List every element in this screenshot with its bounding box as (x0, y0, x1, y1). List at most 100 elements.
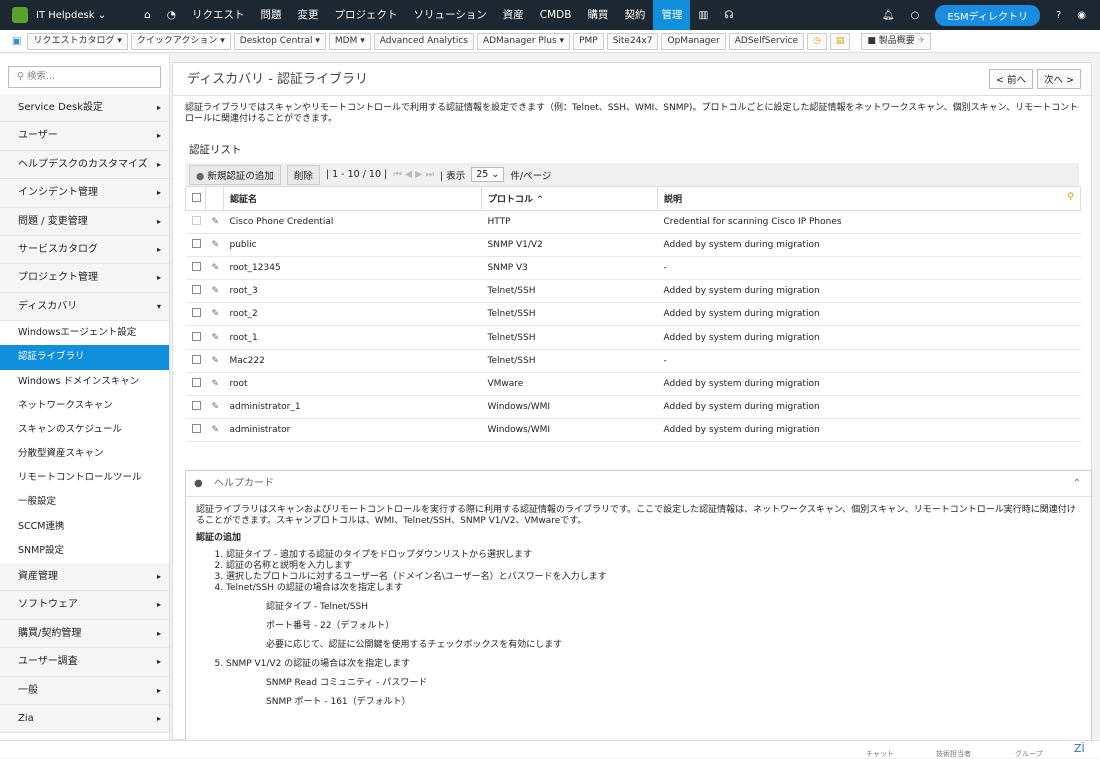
sidebar-search-input[interactable]: ⚲ 検索... (8, 66, 161, 88)
sidebar-item[interactable]: ユーザー ▸ (0, 122, 169, 151)
adselfservice-link[interactable]: ADSelfService (728, 32, 805, 50)
request-catalog-dropdown[interactable]: リクエストカタログ ▾ (27, 32, 128, 50)
table-row[interactable]: ✎ Cisco Phone Credential HTTP Credential fo… (185, 210, 1081, 235)
sidebar-item[interactable]: 資産管理 ▸ (0, 563, 169, 592)
edit-icon[interactable]: ✎ (212, 379, 220, 389)
edit-icon[interactable]: ✎ (212, 333, 220, 343)
sidebar-item[interactable]: Windows ドメインスキャン (0, 369, 169, 394)
per-page-select[interactable]: 25 ⌄ (471, 167, 505, 182)
edit-icon[interactable]: ✎ (212, 217, 220, 227)
sidebar-item[interactable]: SCCM連携 (0, 514, 169, 539)
sidebar-item[interactable]: 一般 ▸ (0, 676, 169, 705)
desktop-central-dropdown[interactable]: Desktop Central ▾ (233, 32, 326, 50)
credential-name[interactable]: root_3 (223, 279, 482, 304)
row-checkbox[interactable] (191, 216, 201, 226)
table-row[interactable]: ✎ public SNMP V1/V2 Added by system during … (185, 233, 1081, 258)
sidebar-item[interactable]: プロジェクト管理 ▸ (0, 264, 169, 293)
reports-icon[interactable]: ▥ (690, 0, 716, 30)
advanced-analytics-link[interactable]: Advanced Analytics (373, 32, 474, 50)
sidebar-item[interactable]: 一般設定 (0, 490, 169, 515)
esm-directory-button[interactable]: ESMディレクトリ (935, 4, 1040, 26)
row-checkbox[interactable] (191, 331, 201, 341)
nav-purchase[interactable]: 購買 (579, 0, 616, 30)
credential-name[interactable]: root_2 (223, 302, 482, 327)
next-button[interactable]: 次へ > (1037, 69, 1081, 89)
sidebar-item[interactable]: 問題 / 変更管理 ▸ (0, 207, 169, 236)
edit-icon[interactable]: ✎ (212, 402, 220, 412)
table-row[interactable]: ✎ administrator Windows/WMI Added by system… (185, 418, 1081, 442)
nav-admin[interactable]: 管理 (653, 0, 691, 30)
sidebar-item[interactable]: インシデント管理 ▸ (0, 179, 169, 208)
add-credential-button[interactable]: ● 新規認証の追加 (189, 164, 281, 185)
table-row[interactable]: ✎ root_3 Telnet/SSH Added by system during … (185, 279, 1081, 304)
sidebar-item[interactable]: ソフトウェア ▸ (0, 591, 169, 620)
prev-button[interactable]: < 前へ (989, 69, 1034, 89)
mdm-dropdown[interactable]: MDM ▾ (328, 32, 371, 50)
delete-button[interactable]: 削除 (286, 164, 320, 185)
select-all-checkbox[interactable] (192, 192, 201, 202)
table-row[interactable]: ✎ root_2 Telnet/SSH Added by system during … (185, 302, 1081, 327)
credential-name[interactable]: administrator (223, 418, 482, 442)
sidebar-item[interactable]: Windowsエージェント設定 (0, 321, 169, 346)
sidebar-item[interactable]: 認証ライブラリ (0, 345, 169, 370)
sidebar-item[interactable]: リモートコントロールツール (0, 466, 169, 491)
site24x7-link[interactable]: Site24x7 (606, 32, 659, 50)
new-request-icon[interactable]: ▣ (12, 36, 21, 47)
sidebar-item[interactable]: スキャンのスケジュール (0, 417, 169, 443)
table-row[interactable]: ✎ root_1 Telnet/SSH Added by system during … (185, 325, 1081, 350)
table-row[interactable]: ✎ root_12345 SNMP V3- (185, 256, 1081, 281)
sidebar-item[interactable]: Zia ▸ (0, 704, 169, 734)
nav-changes[interactable]: 変更 (289, 0, 326, 30)
table-row[interactable]: ✎ Mac222 Telnet/SSH - (185, 349, 1081, 373)
nav-problems[interactable]: 問題 (252, 0, 289, 30)
nav-cmdb[interactable]: CMDB (532, 0, 580, 30)
credential-name[interactable]: Cisco Phone Credential (223, 210, 482, 235)
help-icon[interactable]: ? (1056, 10, 1061, 21)
edit-icon[interactable]: ✎ (212, 356, 220, 366)
sidebar-item[interactable]: サービスカタログ ▸ (0, 235, 169, 265)
row-checkbox[interactable] (191, 262, 201, 272)
collapse-icon[interactable]: ⌃ (1073, 471, 1081, 497)
nav-projects[interactable]: プロジェクト (326, 0, 405, 30)
row-checkbox[interactable] (191, 423, 201, 433)
credential-name[interactable]: root (223, 372, 482, 396)
column-protocol[interactable]: プロトコル ⌃ (481, 186, 658, 211)
user-avatar-icon[interactable]: ◉ (1077, 10, 1086, 21)
headset-icon[interactable]: ☊ (716, 0, 741, 30)
pmp-link[interactable]: PMP (573, 32, 604, 50)
row-checkbox[interactable] (191, 239, 201, 249)
edit-icon[interactable]: ✎ (212, 240, 220, 250)
bell-icon[interactable]: 🔔︎ (882, 10, 895, 21)
row-checkbox[interactable] (191, 377, 201, 387)
sidebar-item[interactable]: ネットワークスキャン (0, 393, 169, 418)
table-row[interactable]: ✎ root VMware Added by system during migrat… (185, 372, 1081, 396)
admanager-dropdown[interactable]: ADManager Plus ▾ (476, 32, 571, 50)
edit-icon[interactable]: ✎ (212, 309, 220, 319)
reminder-icon[interactable]: ◷ (807, 32, 827, 50)
product-overview-button[interactable]: ■ 製品概要 ✈ (861, 32, 932, 50)
column-name[interactable]: 認証名 (223, 186, 482, 211)
column-search-icon[interactable]: ⚲ (1067, 192, 1074, 202)
nav-contracts[interactable]: 契約 (616, 0, 653, 30)
credential-name[interactable]: public (223, 233, 482, 258)
app-switcher[interactable]: IT Helpdesk ⌄ (36, 10, 106, 21)
credential-name[interactable]: administrator_1 (223, 395, 482, 419)
row-checkbox[interactable] (191, 285, 201, 295)
column-description[interactable]: 説明 ⚲ (657, 186, 1081, 211)
nav-solutions[interactable]: ソリューション (405, 0, 494, 30)
sidebar-item[interactable]: 購買/契約管理 ▸ (0, 619, 169, 649)
sidebar-item[interactable]: 分散型資産スキャン (0, 442, 169, 467)
row-checkbox[interactable] (191, 400, 201, 410)
opmanager-link[interactable]: OpManager (661, 32, 726, 50)
nav-requests[interactable]: リクエスト (184, 0, 253, 30)
search-icon[interactable]: ○ (911, 10, 920, 21)
quick-actions-dropdown[interactable]: クイックアクション ▾ (130, 32, 231, 50)
edit-icon[interactable]: ✎ (212, 286, 220, 296)
sidebar-item[interactable]: ディスカバリ ▾ (0, 292, 169, 322)
sidebar-item[interactable]: ヘルプデスクのカスタマイズ ▸ (0, 150, 169, 180)
notes-icon[interactable]: ▤ (829, 32, 851, 50)
sidebar-item[interactable]: ユーザー調査 ▸ (0, 648, 169, 677)
sidebar-item[interactable]: SNMP設定 (0, 538, 169, 563)
home-icon[interactable]: ⌂ (136, 0, 159, 30)
nav-assets[interactable]: 資産 (495, 0, 532, 30)
